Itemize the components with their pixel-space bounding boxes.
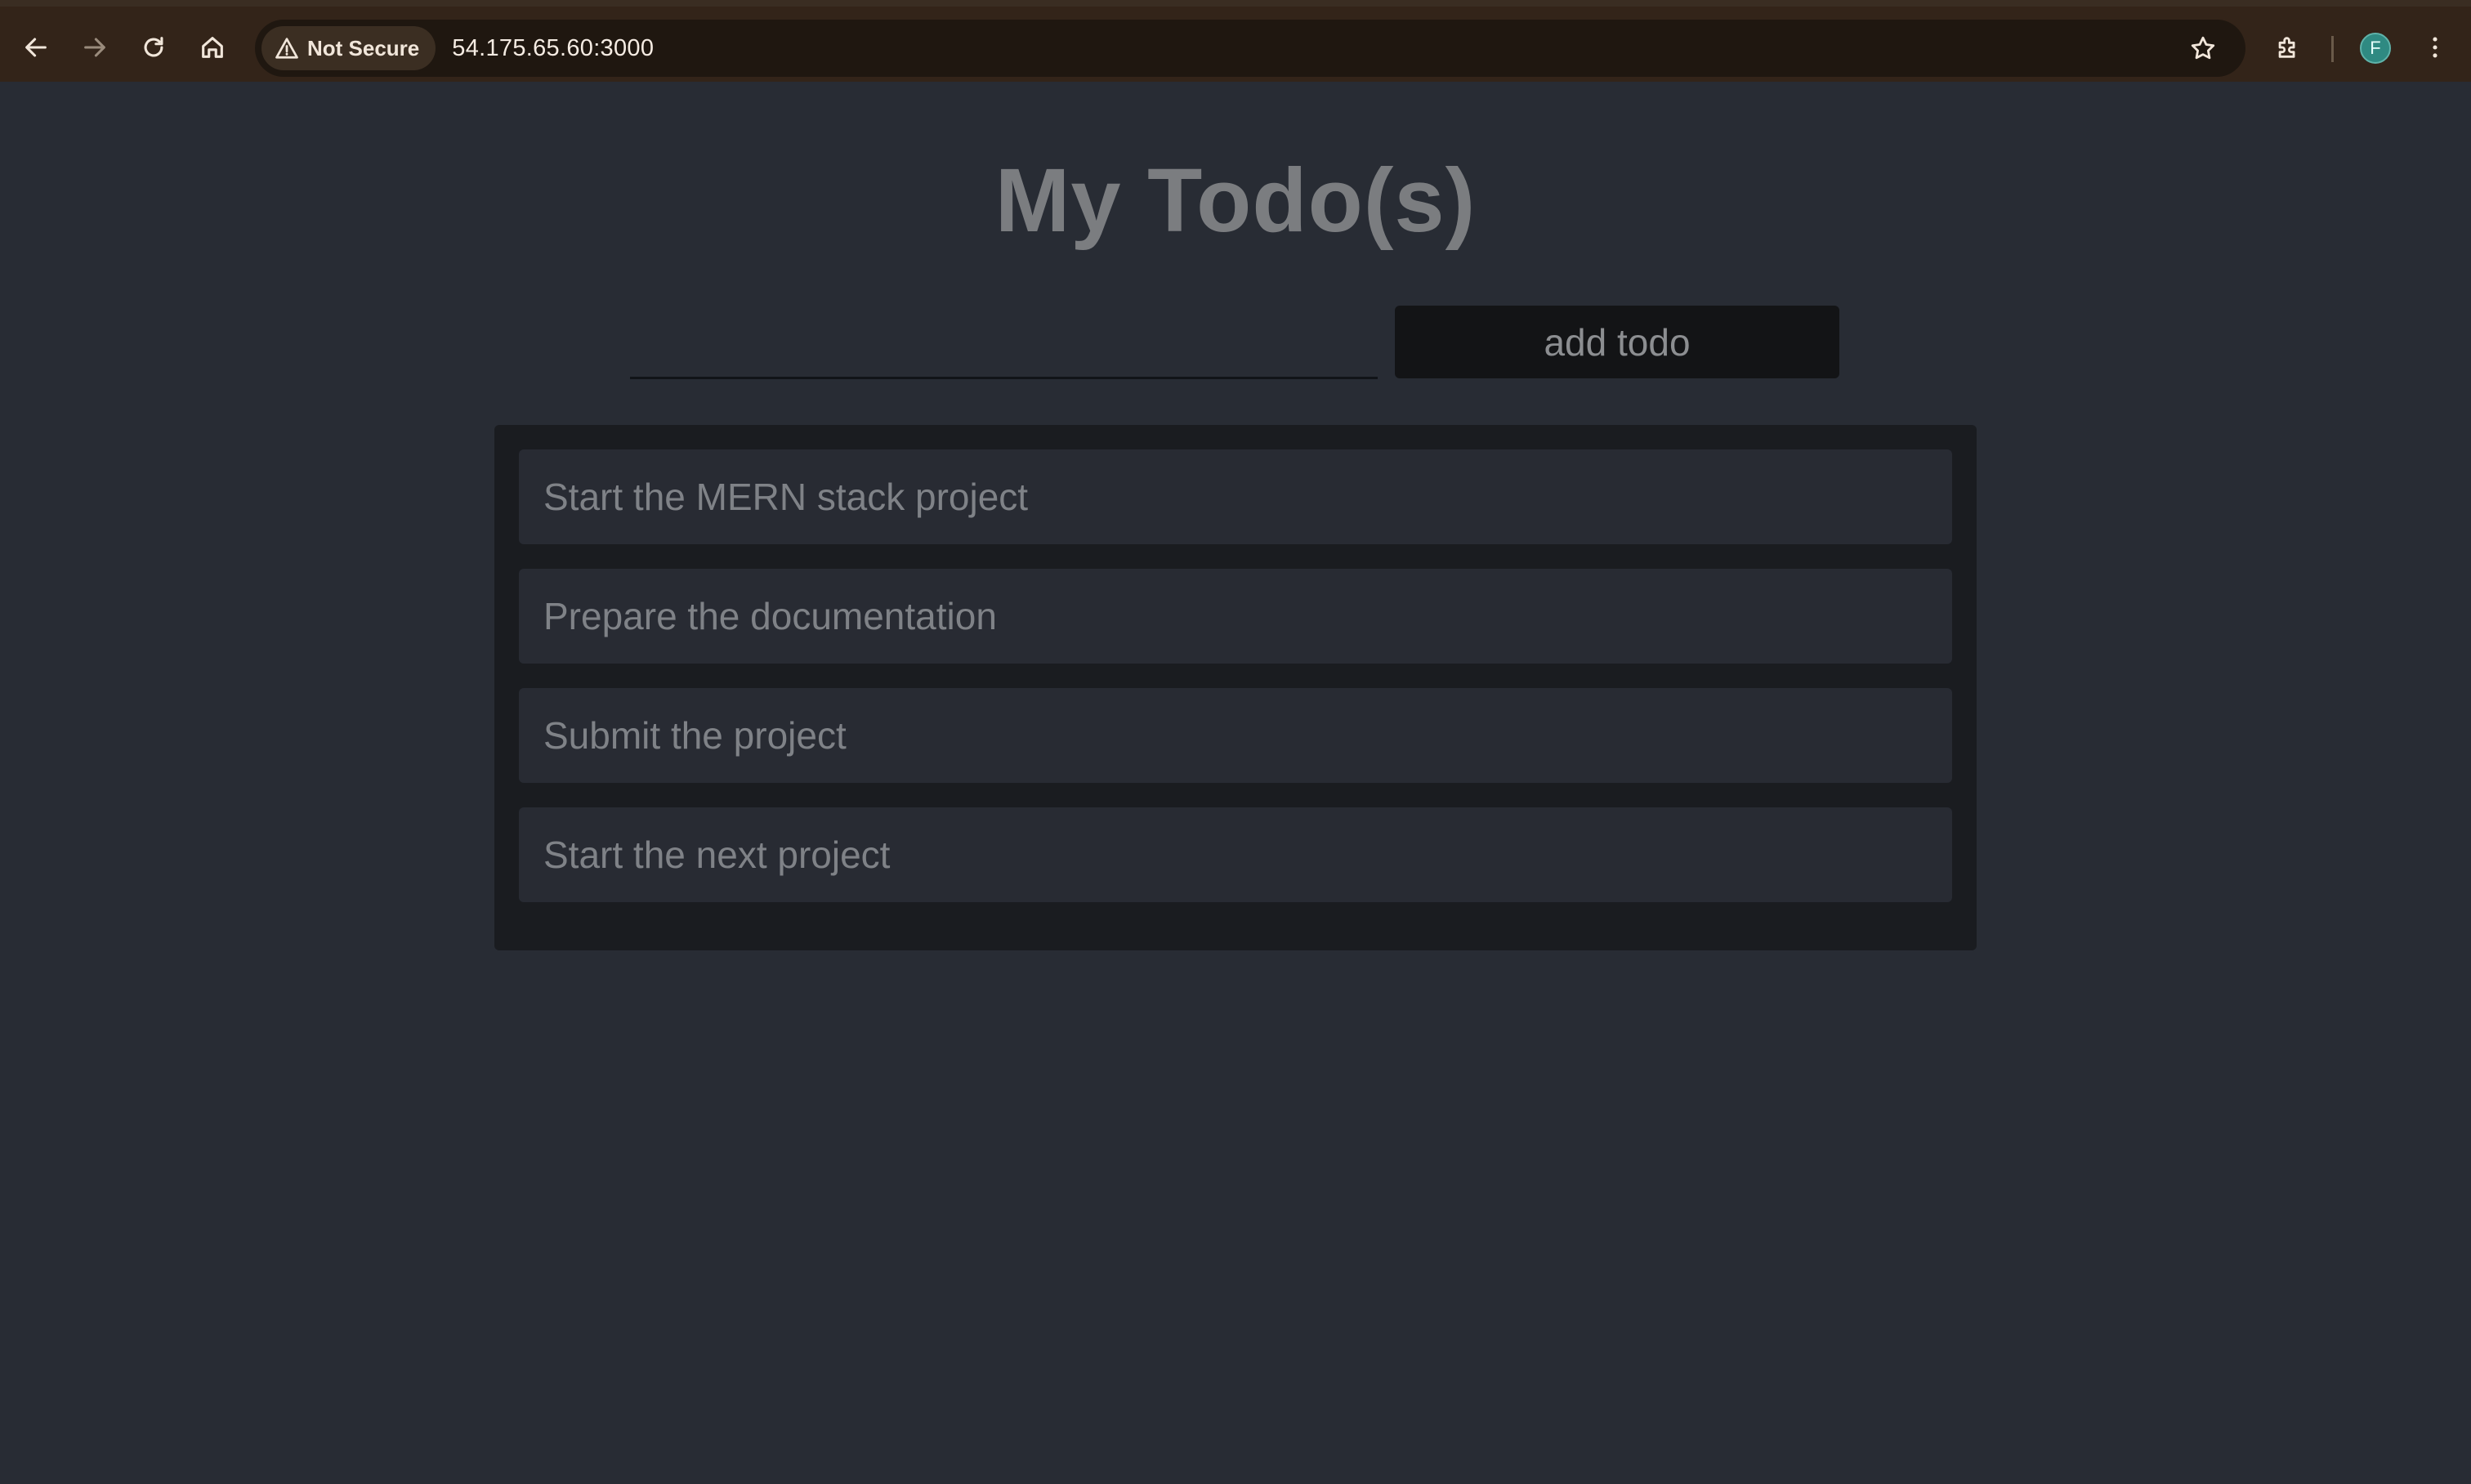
star-icon	[2191, 36, 2215, 60]
back-button[interactable]	[13, 25, 59, 70]
extensions-button[interactable]	[2265, 25, 2311, 70]
todo-list: Start the MERN stack project Prepare the…	[494, 425, 1977, 950]
todo-input[interactable]	[630, 307, 1378, 379]
security-indicator[interactable]: Not Secure	[261, 26, 436, 70]
page-title: My Todo(s)	[994, 150, 1477, 251]
reload-button[interactable]	[131, 25, 176, 70]
security-label: Not Secure	[307, 35, 420, 60]
todo-item[interactable]: Start the MERN stack project	[519, 449, 1952, 544]
toolbar-divider	[2331, 36, 2334, 62]
extensions-icon	[2278, 37, 2295, 58]
forward-button[interactable]	[72, 25, 118, 70]
add-todo-button[interactable]: add todo	[1395, 306, 1839, 378]
todo-item[interactable]: Prepare the documentation	[519, 569, 1952, 664]
page-content: My Todo(s) add todo Start the MERN stack…	[0, 82, 2471, 1484]
todo-item[interactable]: Start the next project	[519, 807, 1952, 902]
back-arrow-icon	[25, 38, 47, 57]
address-bar[interactable]: Not Secure 54.175.65.60:3000	[255, 20, 2245, 77]
todo-item[interactable]: Submit the project	[519, 688, 1952, 783]
url-text[interactable]: 54.175.65.60:3000	[452, 35, 654, 62]
warning-icon	[275, 38, 298, 59]
profile-avatar[interactable]: F	[2360, 33, 2391, 64]
reload-icon	[144, 37, 163, 57]
more-menu-button[interactable]	[2412, 25, 2458, 70]
browser-toolbar: Not Secure 54.175.65.60:3000 F	[0, 0, 2471, 82]
more-menu-icon	[2433, 37, 2437, 58]
home-button[interactable]	[190, 25, 235, 70]
forward-arrow-icon	[84, 38, 105, 57]
bookmark-button[interactable]	[2180, 25, 2226, 71]
home-icon	[202, 37, 223, 58]
